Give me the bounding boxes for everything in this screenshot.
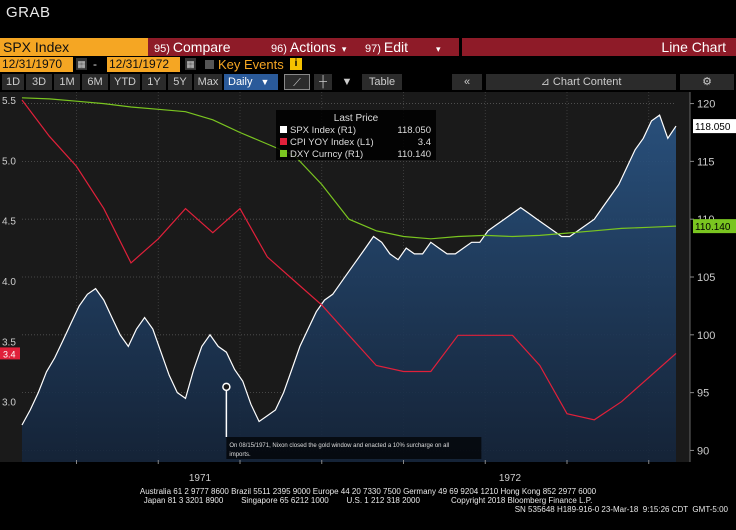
actions-button[interactable]: 96) Actions ▾ (265, 38, 359, 56)
chart-content-button[interactable]: ⊿ Chart Content (486, 74, 676, 90)
compare-label: Compare (172, 39, 231, 55)
spx-last-label: 118.050 (695, 122, 731, 133)
chevron-down-icon: ▾ (436, 44, 441, 54)
actions-label: Actions (289, 39, 336, 55)
legend-value: 110.140 (397, 149, 431, 160)
chart-area: On 08/15/1971, Nixon closed the gold win… (0, 92, 736, 464)
year-label-1971: 1971 (189, 473, 212, 484)
right-tick-label: 105 (697, 272, 715, 284)
compare-number: 95) (154, 43, 170, 55)
left-tick-label: 4.5 (2, 217, 16, 228)
legend-label: SPX Index (R1) (290, 125, 356, 136)
collapse-icon[interactable]: « (452, 74, 482, 90)
key-events-checkbox[interactable] (205, 60, 214, 69)
left-tick-label: 5.5 (2, 96, 16, 107)
chart-icon: ⊿ (540, 76, 553, 88)
security-field[interactable]: SPX Index (0, 38, 148, 56)
legend-value: 3.4 (418, 137, 431, 148)
right-tick-label: 100 (697, 330, 715, 342)
annotation-text: On 08/15/1971, Nixon closed the gold win… (229, 443, 449, 449)
table-button[interactable]: Table (362, 74, 402, 90)
frequency-select[interactable]: Daily ▼ (224, 74, 278, 90)
period-1m[interactable]: 1M (54, 74, 80, 90)
legend-swatch (280, 126, 287, 133)
dxy-last-label: 110.140 (695, 222, 731, 233)
right-tick-label: 90 (697, 445, 709, 457)
legend-swatch (280, 150, 287, 157)
end-date-input[interactable]: 12/31/1972 (107, 57, 180, 72)
app-title: GRAB (6, 4, 51, 21)
right-tick-label: 95 (697, 388, 709, 400)
calendar-icon[interactable]: ▦ (76, 58, 87, 70)
left-tick-label: 4.0 (2, 277, 16, 288)
compare-button[interactable]: 95) Compare (148, 38, 265, 56)
crosshair-icon[interactable]: ┼ (314, 74, 332, 90)
key-events-label: Key Events (218, 57, 284, 72)
right-tick-label: 120 (697, 99, 715, 111)
info-icon[interactable]: i (290, 58, 302, 70)
right-tick-label: 115 (697, 156, 715, 168)
calendar-icon[interactable]: ▦ (185, 58, 196, 70)
legend-label: CPI YOY Index (L1) (290, 137, 374, 148)
period-max[interactable]: Max (194, 74, 222, 90)
view-selector[interactable]: Line Chart (462, 38, 736, 56)
footer-line-2: Japan 81 3 3201 8900 Singapore 65 6212 1… (143, 496, 593, 505)
footer-line-1: Australia 61 2 9777 8600 Brazil 5511 239… (139, 487, 597, 496)
legend-value: 118.050 (397, 125, 431, 136)
period-1d[interactable]: 1D (2, 74, 24, 90)
period-1y[interactable]: 1Y (142, 74, 166, 90)
edit-number: 97) (365, 43, 381, 55)
left-tick-label: 3.0 (2, 398, 16, 409)
gear-icon[interactable]: ⚙ (680, 74, 734, 90)
date-separator: - (93, 57, 97, 71)
event-marker (222, 382, 231, 392)
chevron-down-icon[interactable]: ▼ (338, 74, 356, 90)
legend-title: Last Price (334, 113, 379, 124)
cpi-last-label: 3.4 (3, 349, 16, 359)
legend-swatch (280, 138, 287, 145)
edit-button[interactable]: 97) Edit ▾ (359, 38, 459, 56)
year-label-1972: 1972 (499, 473, 522, 484)
frequency-label: Daily (228, 76, 253, 88)
period-ytd[interactable]: YTD (110, 74, 140, 90)
line-chart-icon[interactable]: ⟋ (284, 74, 310, 90)
left-tick-label: 5.0 (2, 156, 16, 167)
chevron-down-icon: ▾ (341, 44, 347, 54)
period-6m[interactable]: 6M (82, 74, 108, 90)
period-3d[interactable]: 3D (26, 74, 52, 90)
chevron-down-icon: ▼ (260, 77, 270, 87)
legend-label: DXY Curncy (R1) (290, 149, 363, 160)
period-5y[interactable]: 5Y (168, 74, 192, 90)
footer-line-3: SN 535648 H189-916-0 23-Mar-18 9:15:26 C… (514, 505, 728, 514)
year-axis: 1971 1972 (189, 473, 522, 484)
start-date-input[interactable]: 12/31/1970 (0, 57, 73, 72)
chart-content-label: Chart Content (552, 76, 622, 88)
edit-label: Edit (383, 39, 409, 55)
annotation-text: imports. (229, 452, 251, 458)
left-tick-label: 3.5 (2, 337, 16, 348)
actions-number: 96) (271, 43, 287, 55)
